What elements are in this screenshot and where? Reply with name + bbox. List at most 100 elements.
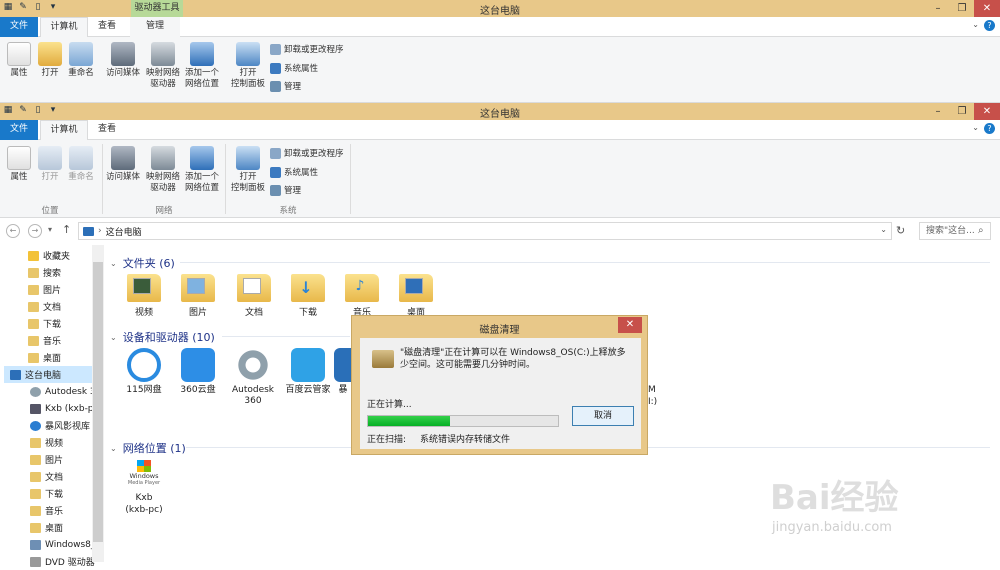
nav-item-autodesk[interactable]: Autodesk 3	[30, 383, 122, 400]
top-ribbon: 属性 打开 重命名 访问媒体 映射网络 驱动器 添加一个 网络位置 打开 控制面板 卸…	[0, 37, 1000, 103]
collapse-icon[interactable]: ⌄	[110, 444, 117, 453]
open-button[interactable]: 打开	[36, 42, 64, 79]
uninstall-program-button[interactable]: 卸载或更改程序	[270, 147, 344, 159]
folder-downloads[interactable]: ↓ 下载	[282, 274, 334, 318]
nav-scrollbar[interactable]	[92, 245, 104, 562]
device-115[interactable]: 115网盘	[116, 348, 172, 396]
tab-computer[interactable]: 计算机	[40, 120, 88, 141]
rename-button[interactable]: 重命名	[66, 42, 96, 79]
nav-item-music[interactable]: 音乐	[28, 332, 120, 349]
uninstall-icon	[270, 147, 281, 159]
properties-button[interactable]: 属性	[6, 42, 32, 79]
rename-icon	[69, 146, 93, 170]
nav-item-music-2[interactable]: 音乐	[30, 502, 122, 519]
chevron-down-icon[interactable]: ⌄	[972, 123, 979, 132]
disk-cleanup-dialog: 磁盘清理 ✕ "磁盘清理"正在计算可以在 Windows8_OS(C:)上释放多…	[351, 315, 648, 455]
folder-documents[interactable]: 文档	[228, 274, 280, 318]
tab-manage[interactable]: 管理	[130, 17, 180, 37]
chevron-down-icon[interactable]: ⌄	[972, 20, 979, 29]
section-header-devices[interactable]: ⌄ 设备和驱动器 (10)	[110, 329, 221, 345]
network-item-kxb[interactable]: Windows Media Player Kxb (kxb-pc)	[116, 460, 172, 516]
nav-item-search[interactable]: 搜索	[28, 264, 120, 281]
minimize-button[interactable]: –	[926, 103, 950, 120]
cancel-button[interactable]: 取消	[572, 406, 634, 426]
scrollbar-thumb[interactable]	[93, 262, 103, 542]
access-media-button[interactable]: 访问媒体	[104, 42, 142, 79]
nav-item-downloads-2[interactable]: 下载	[30, 485, 122, 502]
manage-button[interactable]: 管理	[270, 80, 301, 92]
section-header-folders[interactable]: ⌄ 文件夹 (6)	[110, 255, 181, 271]
device-autodesk[interactable]: Autodesk 360	[225, 348, 281, 407]
tab-file[interactable]: 文件	[0, 17, 38, 37]
help-icon[interactable]: ?	[984, 123, 995, 134]
nav-item-downloads[interactable]: 下载	[28, 315, 120, 332]
chevron-down-icon[interactable]: ⌄	[880, 225, 887, 234]
add-network-location-button[interactable]: 添加一个 网络位置	[182, 146, 222, 194]
device-baofeng[interactable]: 暴	[334, 348, 352, 396]
desktop-icon	[30, 522, 41, 533]
nav-item-documents[interactable]: 文档	[28, 298, 120, 315]
restore-button[interactable]: ❐	[950, 103, 974, 120]
nav-item-this-pc[interactable]: 这台电脑	[4, 366, 96, 383]
nav-item-documents-2[interactable]: 文档	[30, 468, 122, 485]
refresh-icon[interactable]: ↻	[896, 224, 905, 237]
open-button[interactable]: 打开	[36, 146, 64, 183]
tab-view[interactable]: 查看	[88, 120, 126, 140]
tab-view[interactable]: 查看	[88, 17, 126, 37]
map-network-drive-button[interactable]: 映射网络 驱动器	[144, 146, 182, 194]
open-control-panel-button[interactable]: 打开 控制面板	[228, 146, 268, 194]
device-partial-label: I:)	[648, 397, 658, 407]
breadcrumb[interactable]: 这台电脑	[106, 225, 142, 238]
device-baidu[interactable]: 百度云管家	[280, 348, 336, 396]
nav-item-pictures[interactable]: 图片	[28, 281, 120, 298]
nav-item-baofeng[interactable]: 暴风影视库	[30, 417, 122, 434]
open-control-panel-button[interactable]: 打开 控制面板	[228, 42, 268, 90]
system-properties-button[interactable]: 系统属性	[270, 62, 318, 74]
nav-item-videos[interactable]: 视频	[30, 434, 122, 451]
section-header-network[interactable]: ⌄ 网络位置 (1)	[110, 440, 192, 456]
progress-bar	[367, 415, 559, 427]
properties-button[interactable]: 属性	[6, 146, 32, 183]
folder-music[interactable]: ♪ 音乐	[336, 274, 388, 318]
help-icon[interactable]: ?	[984, 20, 995, 31]
checkmark-document-icon	[7, 42, 31, 66]
recent-dropdown-icon[interactable]: ▾	[48, 225, 52, 234]
search-icon[interactable]: ⌕	[978, 225, 984, 236]
add-network-location-button[interactable]: 添加一个 网络位置	[182, 42, 222, 90]
collapse-icon[interactable]: ⌄	[110, 333, 117, 342]
collapse-icon[interactable]: ⌄	[110, 259, 117, 268]
address-box[interactable]: › 这台电脑 ⌄	[78, 222, 892, 240]
close-button[interactable]: ✕	[974, 0, 1000, 17]
access-media-button[interactable]: 访问媒体	[104, 146, 142, 183]
music-icon	[30, 505, 41, 516]
folder-desktop[interactable]: 桌面	[390, 274, 442, 318]
uninstall-program-button[interactable]: 卸载或更改程序	[270, 43, 344, 55]
up-arrow-icon[interactable]: ↑	[62, 223, 71, 236]
nav-item-kxb[interactable]: Kxb (kxb-p	[30, 400, 122, 417]
folder-videos[interactable]: 视频	[118, 274, 170, 318]
device-360[interactable]: 360云盘	[170, 348, 226, 396]
restore-button[interactable]: ❐	[950, 0, 974, 17]
close-button[interactable]: ✕	[974, 103, 1000, 120]
downloads-icon	[28, 318, 39, 329]
minimize-button[interactable]: –	[926, 0, 950, 17]
nav-item-windows-drive[interactable]: Windows8_	[30, 536, 122, 553]
map-network-drive-button[interactable]: 映射网络 驱动器	[144, 42, 182, 90]
tab-file[interactable]: 文件	[0, 120, 38, 140]
tab-computer[interactable]: 计算机	[40, 17, 88, 38]
nav-item-desktop[interactable]: 桌面	[28, 349, 120, 366]
manage-button[interactable]: 管理	[270, 184, 301, 196]
forward-button[interactable]: →	[28, 224, 42, 238]
nav-item-desktop-2[interactable]: 桌面	[30, 519, 122, 536]
close-button[interactable]: ✕	[618, 317, 642, 333]
pictures-icon	[28, 284, 39, 295]
folder-pictures[interactable]: 图片	[172, 274, 224, 318]
system-properties-button[interactable]: 系统属性	[270, 166, 318, 178]
back-button[interactable]: ←	[6, 224, 20, 238]
nav-item-favorites[interactable]: 收藏夹	[28, 247, 120, 264]
scanning-label: 正在扫描:	[367, 435, 407, 445]
rename-button[interactable]: 重命名	[66, 146, 96, 183]
autodesk-icon	[236, 348, 270, 382]
media-icon	[111, 42, 135, 66]
nav-item-pictures-2[interactable]: 图片	[30, 451, 122, 468]
